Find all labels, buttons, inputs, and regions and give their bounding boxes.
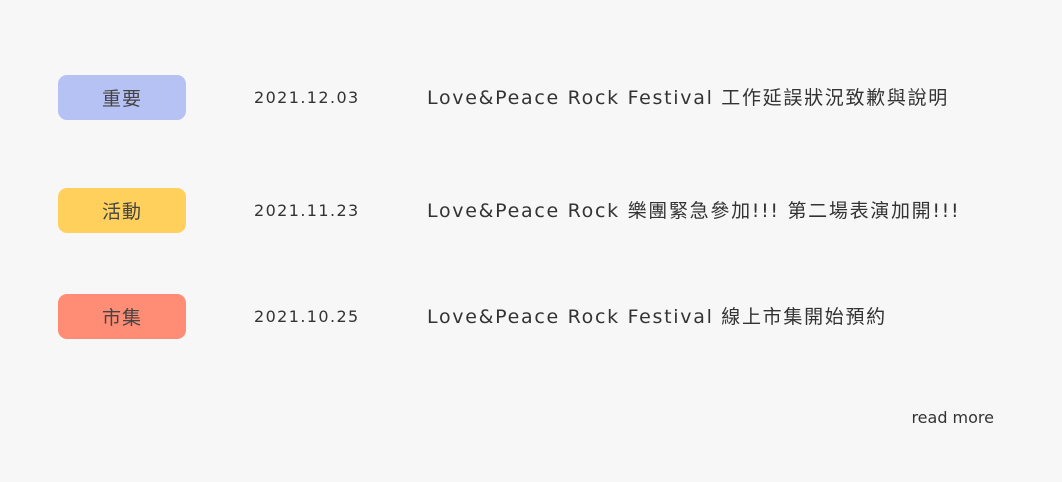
news-title-link[interactable]: Love&Peace Rock 樂團緊急參加!!! 第二場表演加開!!! [427,188,960,234]
news-list: 重要 2021.12.03 Love&Peace Rock Festival 工… [0,0,1062,482]
news-date: 2021.11.23 [254,201,360,220]
news-title-link[interactable]: Love&Peace Rock Festival 工作延誤狀況致歉與說明 [427,75,949,121]
news-date: 2021.12.03 [254,88,360,107]
news-item: 重要 2021.12.03 Love&Peace Rock Festival 工… [0,75,1062,121]
read-more-link[interactable]: read more [911,406,994,430]
category-tag[interactable]: 重要 [58,75,186,120]
news-title-link[interactable]: Love&Peace Rock Festival 線上市集開始預約 [427,294,887,340]
category-tag[interactable]: 活動 [58,188,186,233]
news-date: 2021.10.25 [254,307,360,326]
category-tag[interactable]: 市集 [58,294,186,339]
news-item: 市集 2021.10.25 Love&Peace Rock Festival 線… [0,294,1062,340]
news-item: 活動 2021.11.23 Love&Peace Rock 樂團緊急參加!!! … [0,188,1062,234]
